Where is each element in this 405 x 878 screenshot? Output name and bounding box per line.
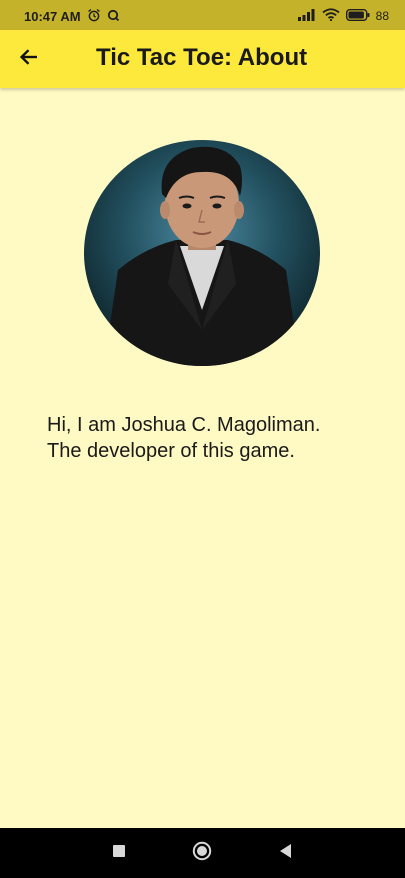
battery-level: 88 <box>375 9 389 23</box>
home-icon <box>192 841 212 866</box>
status-time: 10:47 AM <box>24 9 81 24</box>
recents-button[interactable] <box>108 842 130 864</box>
home-button[interactable] <box>191 841 213 866</box>
q-icon <box>107 9 120 25</box>
back-nav-button[interactable] <box>274 842 296 864</box>
developer-photo <box>84 140 320 366</box>
app-bar: Tic Tac Toe: About <box>0 30 405 88</box>
signal-icon <box>297 8 316 24</box>
about-text: Hi, I am Joshua C. Magoliman. The develo… <box>47 412 377 464</box>
recents-icon <box>112 844 126 863</box>
back-arrow-icon <box>18 46 40 73</box>
about-screen: 10:47 AM 88 Tic Tac Toe: About Hi, I am … <box>0 0 405 878</box>
wifi-icon <box>322 8 340 24</box>
back-icon <box>278 843 292 864</box>
alarm-icon <box>87 8 101 25</box>
status-right: 88 <box>297 8 389 24</box>
page-title: Tic Tac Toe: About <box>96 44 308 71</box>
status-bar: 10:47 AM 88 <box>0 0 405 30</box>
battery-icon <box>345 8 370 24</box>
navigation-bar <box>0 828 405 878</box>
about-line-1: Hi, I am Joshua C. Magoliman. <box>47 414 321 436</box>
about-line-2: The developer of this game. <box>47 440 295 462</box>
back-button[interactable] <box>14 44 44 74</box>
status-left: 10:47 AM <box>24 8 120 25</box>
